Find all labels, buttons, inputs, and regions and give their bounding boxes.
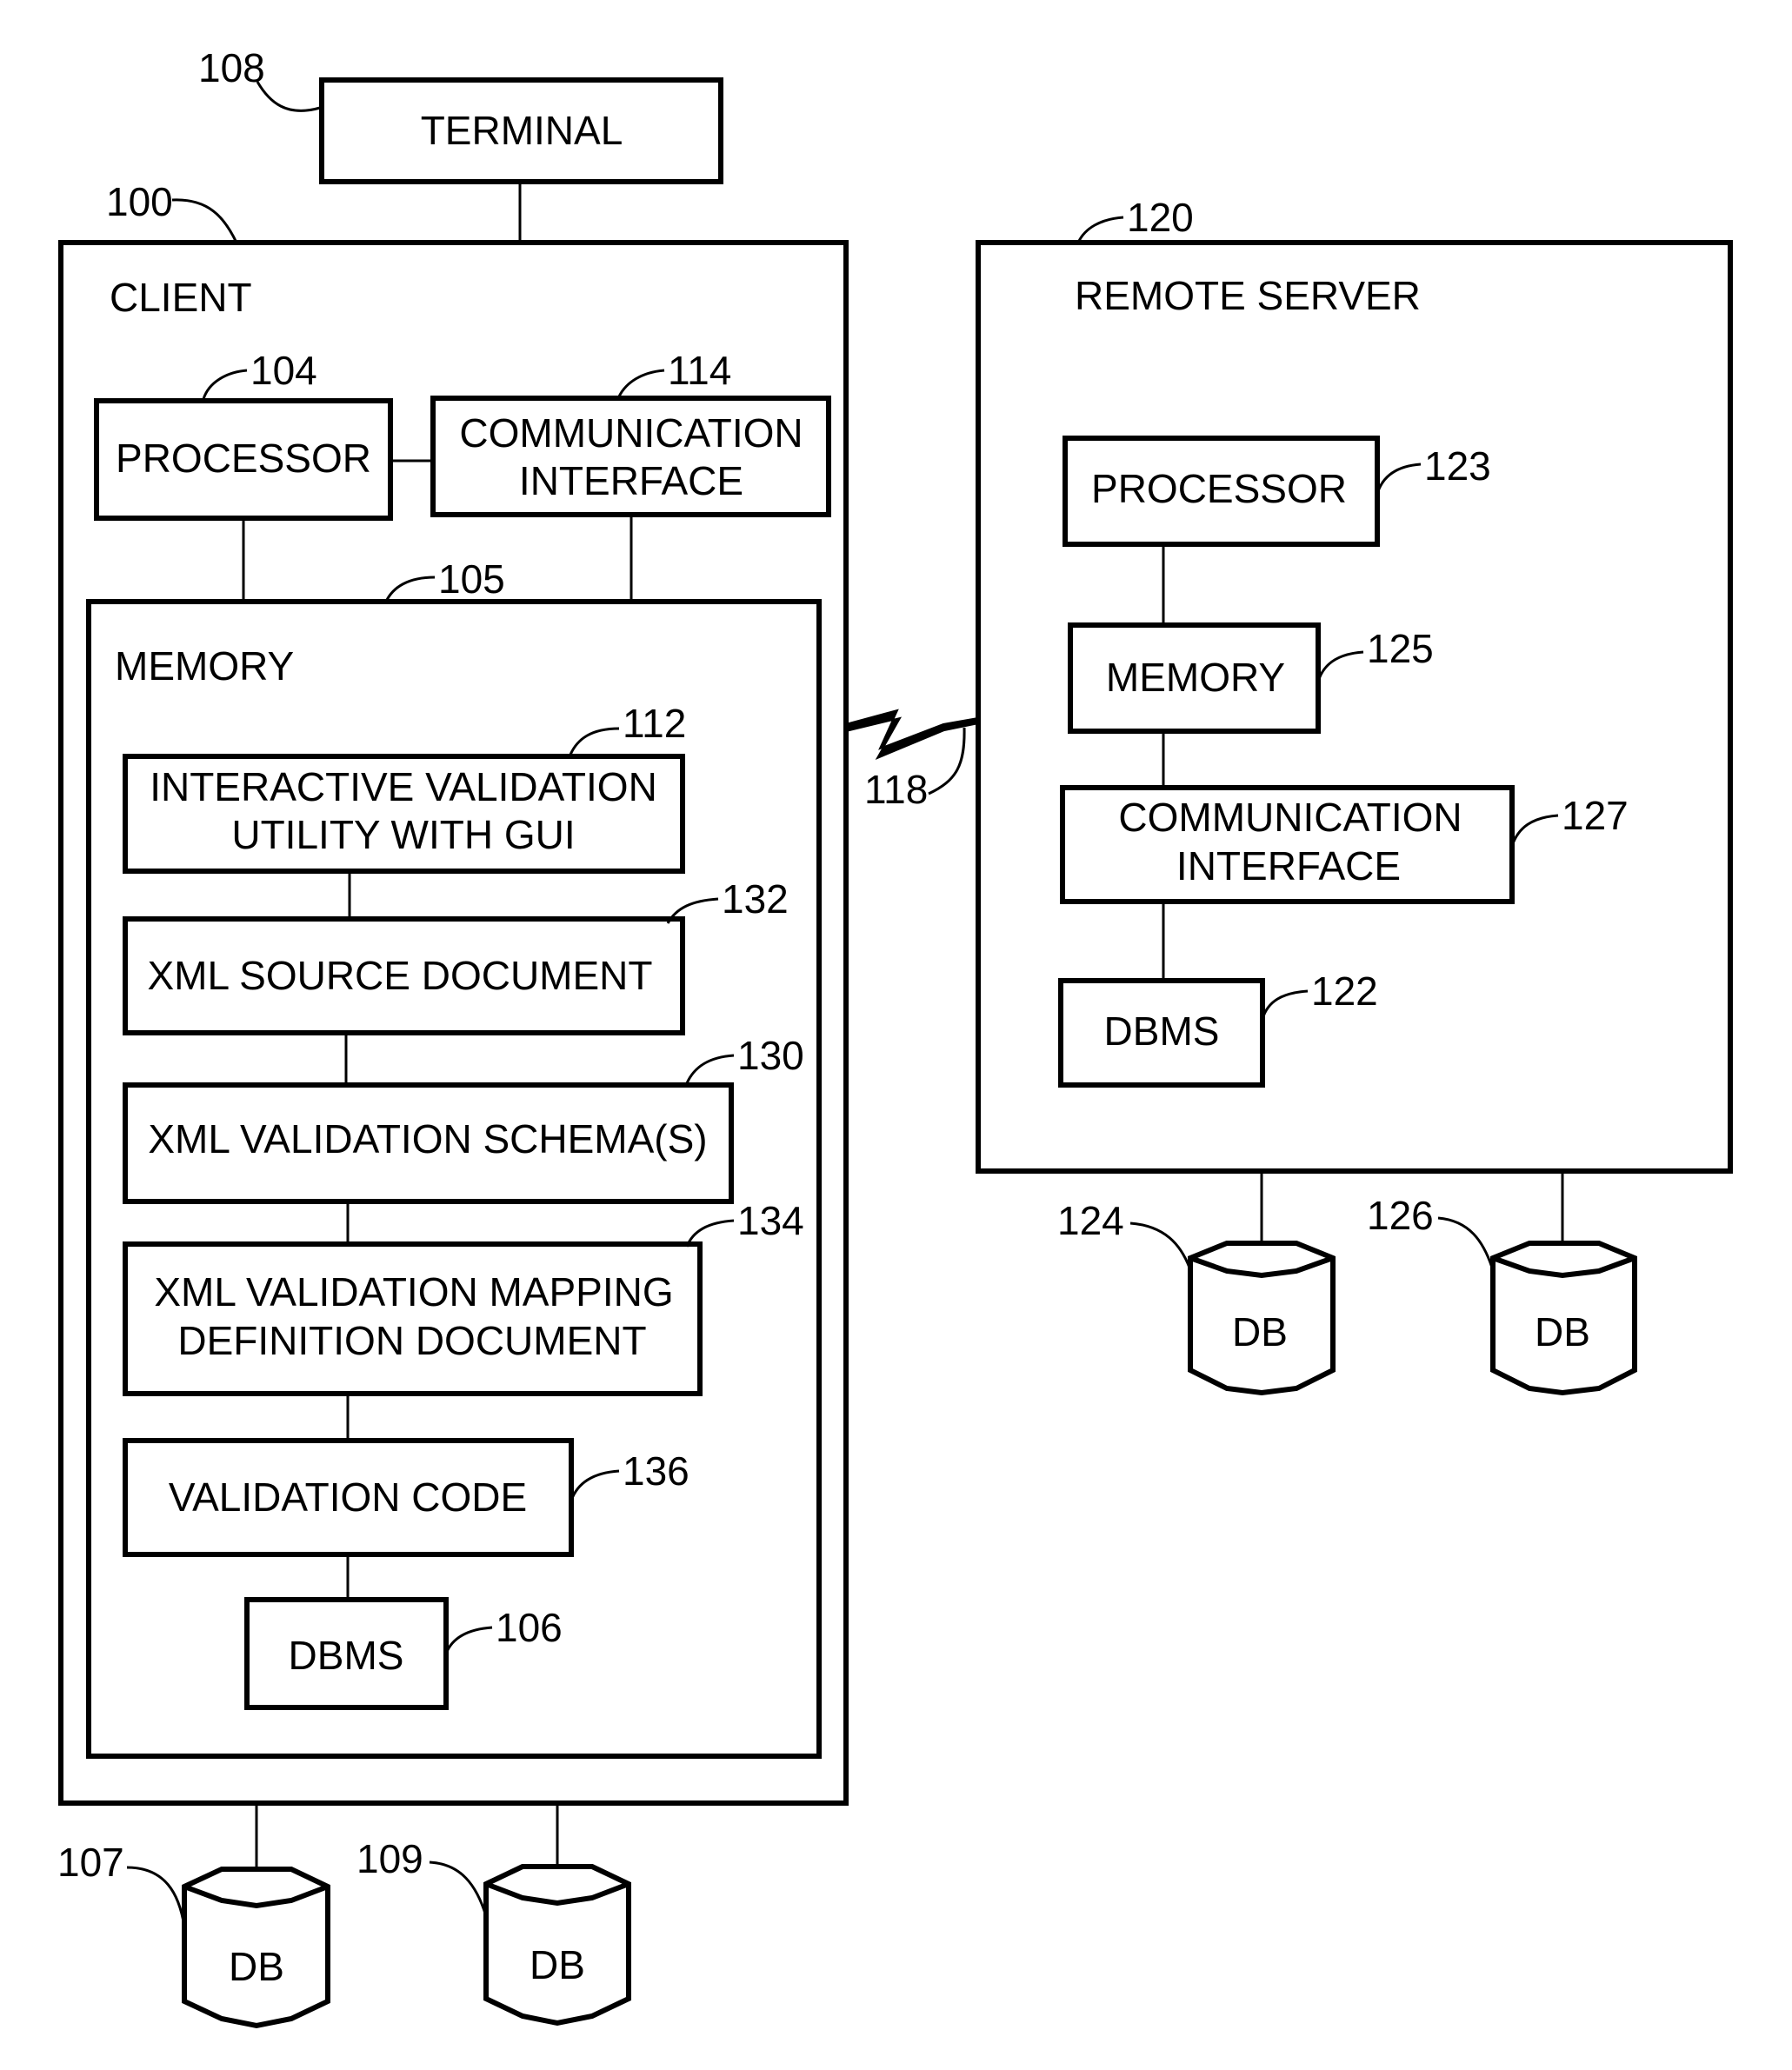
lightning-bolt-icon: [845, 709, 979, 761]
client-memory-ref: 105: [438, 556, 505, 602]
db-124-ref: 124: [1057, 1198, 1124, 1243]
client-dbms-label: DBMS: [289, 1633, 404, 1678]
server-comm-interface-ref: 127: [1562, 793, 1629, 838]
server-comm-interface-line1: COMMUNICATION: [1118, 795, 1462, 840]
remote-server-ref: 120: [1127, 195, 1194, 240]
network-link: 118: [845, 709, 979, 812]
link-leader: [928, 727, 966, 795]
client-label: CLIENT: [110, 275, 252, 320]
server-memory-label: MEMORY: [1106, 655, 1285, 700]
terminal-leader: [256, 81, 321, 112]
interactive-utility-line1: INTERACTIVE VALIDATION: [150, 764, 657, 809]
terminal-block: TERMINAL 108: [198, 45, 723, 184]
mapping-doc-line2: DEFINITION DOCUMENT: [177, 1318, 646, 1363]
client-processor-ref: 104: [250, 348, 317, 393]
terminal-ref: 108: [198, 45, 265, 90]
client-comm-interface-ref: 114: [668, 348, 731, 393]
mapping-doc-ref: 134: [737, 1198, 804, 1243]
client-memory-label: MEMORY: [115, 643, 294, 689]
xml-schema-ref: 130: [737, 1033, 804, 1078]
database-107: DB 107: [57, 1840, 330, 2029]
remote-server-block: REMOTE SERVER 120 PROCESSOR 123 MEMORY 1…: [976, 195, 1733, 1174]
validation-code-label: VALIDATION CODE: [169, 1474, 527, 1520]
db-126-ref: 126: [1367, 1193, 1434, 1238]
validation-code-ref: 136: [623, 1448, 689, 1494]
remote-server-leader: [1076, 216, 1124, 243]
server-dbms-ref: 122: [1311, 968, 1378, 1014]
client-block: CLIENT 100 PROCESSOR 104 COMMUNICATION I…: [58, 179, 849, 1806]
db-107-leader: [126, 1866, 186, 1927]
server-memory-ref: 125: [1367, 626, 1434, 671]
db-107-label: DB: [229, 1944, 284, 1989]
db-107-ref: 107: [57, 1840, 124, 1885]
link-ref: 118: [864, 767, 928, 812]
db-126-leader: [1437, 1216, 1494, 1268]
client-processor-label: PROCESSOR: [116, 436, 371, 481]
db-109-label: DB: [530, 1942, 585, 1987]
terminal-label: TERMINAL: [421, 108, 623, 153]
client-dbms-ref: 106: [496, 1605, 563, 1650]
client-comm-interface-line1: COMMUNICATION: [459, 410, 803, 456]
server-processor-ref: 123: [1424, 443, 1491, 489]
db-109-leader: [429, 1860, 488, 1917]
database-126: DB 126: [1367, 1193, 1637, 1396]
client-ref: 100: [106, 179, 173, 224]
xml-source-ref: 132: [722, 876, 789, 922]
db-126-label: DB: [1535, 1309, 1590, 1354]
client-comm-interface-line2: INTERFACE: [519, 458, 743, 503]
db-109-ref: 109: [356, 1836, 423, 1881]
mapping-doc-line1: XML VALIDATION MAPPING: [154, 1269, 673, 1315]
system-diagram: TERMINAL 108 CLIENT 100 PROCESSOR 104 CO…: [57, 45, 1733, 2029]
xml-source-label: XML SOURCE DOCUMENT: [148, 953, 653, 998]
xml-schema-label: XML VALIDATION SCHEMA(S): [148, 1116, 707, 1161]
client-leader: [171, 198, 238, 243]
server-comm-interface-line2: INTERFACE: [1176, 843, 1401, 889]
database-124: DB 124: [1057, 1198, 1336, 1396]
remote-server-label: REMOTE SERVER: [1075, 273, 1421, 318]
interactive-utility-ref: 112: [623, 701, 686, 746]
server-processor-label: PROCESSOR: [1091, 466, 1347, 511]
server-dbms-label: DBMS: [1104, 1008, 1220, 1054]
db-124-label: DB: [1232, 1309, 1288, 1354]
interactive-utility-line2: UTILITY WITH GUI: [231, 812, 575, 857]
db-124-leader: [1129, 1221, 1191, 1268]
database-109: DB 109: [356, 1836, 631, 2027]
